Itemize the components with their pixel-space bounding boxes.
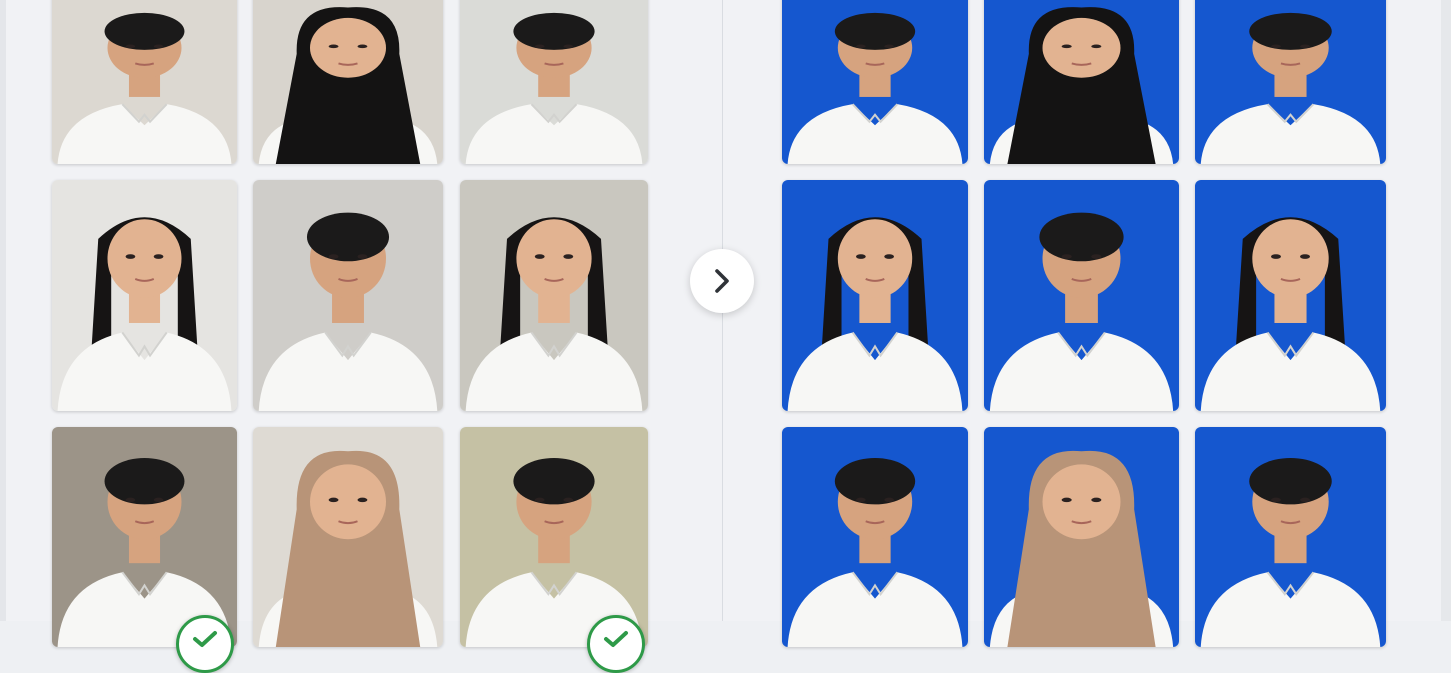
original-portrait-image (253, 427, 443, 647)
next-button[interactable] (690, 249, 754, 313)
processed-photo-card[interactable] (782, 0, 968, 164)
checkmark-icon (193, 631, 217, 647)
processed-photo-card[interactable] (984, 427, 1179, 647)
original-photo-card[interactable] (52, 0, 237, 164)
original-photo-card[interactable] (253, 427, 443, 647)
processed-portrait-image (1195, 0, 1386, 164)
original-photo-card[interactable] (460, 427, 648, 647)
processed-photo-card[interactable] (984, 0, 1179, 164)
processed-portrait-image (984, 180, 1179, 411)
processed-photo-card[interactable] (1195, 427, 1386, 647)
selected-checkmark-badge[interactable] (587, 615, 645, 673)
processed-portrait-image (1195, 427, 1386, 647)
processed-photo-card[interactable] (1195, 180, 1386, 411)
processed-photo-card[interactable] (1195, 0, 1386, 164)
processed-portrait-image (782, 0, 968, 164)
processed-portrait-image (1195, 180, 1386, 411)
scrollbar-track[interactable] (1441, 0, 1451, 621)
original-photo-card[interactable] (253, 0, 443, 164)
processed-photo-card[interactable] (782, 427, 968, 647)
checkmark-icon (604, 631, 628, 647)
chevron-right-icon (715, 269, 729, 293)
processed-portrait-image (782, 180, 968, 411)
original-portrait-image (460, 180, 648, 411)
selected-checkmark-badge[interactable] (176, 615, 234, 673)
processed-photo-card[interactable] (782, 180, 968, 411)
original-portrait-image (52, 0, 237, 164)
original-photo-card[interactable] (52, 427, 237, 647)
processed-portrait-image (984, 427, 1179, 647)
original-portrait-image (253, 180, 443, 411)
original-portrait-image (52, 180, 237, 411)
processed-portrait-image (984, 0, 1179, 164)
processed-photo-card[interactable] (984, 180, 1179, 411)
original-portrait-image (460, 427, 648, 647)
original-portrait-image (52, 427, 237, 647)
original-photo-card[interactable] (460, 180, 648, 411)
original-portrait-image (253, 0, 443, 164)
original-portrait-image (460, 0, 648, 164)
original-photo-card[interactable] (253, 180, 443, 411)
original-photo-card[interactable] (460, 0, 648, 164)
original-photo-card[interactable] (52, 180, 237, 411)
processed-portrait-image (782, 427, 968, 647)
